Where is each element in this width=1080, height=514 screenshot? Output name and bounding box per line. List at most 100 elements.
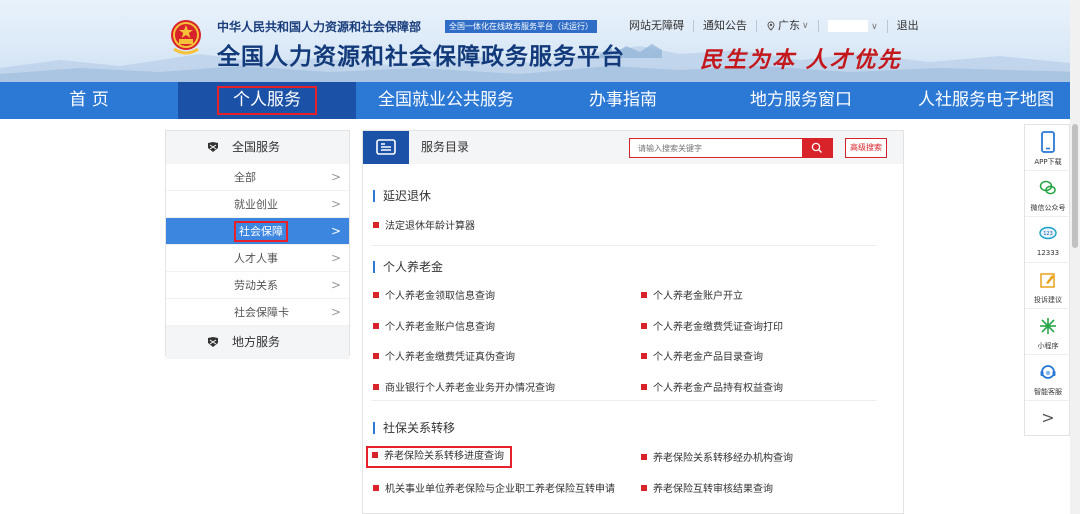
national-emblem-icon <box>171 20 201 55</box>
sidebar-national-header[interactable]: 全国服务 <box>166 131 349 164</box>
service-link[interactable]: 商业银行个人养老金业务开办情况查询 <box>373 382 555 396</box>
chevron-right-icon: > <box>330 305 341 319</box>
sidebar-local-header[interactable]: 地方服务 <box>166 326 349 359</box>
chevron-right-icon: > <box>330 278 341 292</box>
site-title: 全国人力资源和社会保障政务服务平台 <box>217 44 625 70</box>
service-link[interactable]: 法定退休年龄计算器 <box>373 220 475 234</box>
chevron-right-icon: > <box>330 197 341 211</box>
tool-label: 12333 <box>1036 249 1060 257</box>
sidebar-national-label: 全国服务 <box>232 140 281 154</box>
tool-label: 投诉建议 <box>1034 296 1062 304</box>
app-download-button[interactable]: APP下载 <box>1025 125 1071 171</box>
slogan: 民生为本 人才优先 <box>700 47 902 73</box>
service-link[interactable]: 个人养老金产品目录查询 <box>641 351 763 365</box>
local-services-icon <box>208 337 218 347</box>
sidebar-item-label: 社会保障 <box>234 221 288 242</box>
wechat-button[interactable]: 微信公众号 <box>1025 171 1071 217</box>
service-label: 个人养老金缴费凭证查询打印 <box>653 322 783 333</box>
service-link[interactable]: 个人养老金账户信息查询 <box>373 321 495 335</box>
feedback-button[interactable]: 投诉建议 <box>1025 263 1071 309</box>
advanced-search-button[interactable]: 高级搜索 <box>845 138 887 158</box>
accessibility-link[interactable]: 网站无障碍 <box>620 20 694 32</box>
search-button[interactable] <box>802 139 832 157</box>
sidebar-item-label: 社会保障卡 <box>234 306 289 319</box>
top-links: 网站无障碍 通知公告 广东 ∨ ∨ 退出 <box>620 18 928 34</box>
bullet-icon <box>373 485 379 491</box>
sidebar-item-label: 全部 <box>234 171 256 184</box>
wechat-icon <box>1039 180 1056 195</box>
page-scrollbar[interactable] <box>1070 0 1080 514</box>
national-services-icon <box>208 142 218 152</box>
nav-map[interactable]: 人社服务电子地图 <box>892 82 1080 119</box>
service-link[interactable]: 个人养老金账户开立 <box>641 290 743 304</box>
bullet-icon <box>641 485 647 491</box>
ministry-name: 中华人民共和国人力资源和社会保障部 <box>217 20 422 34</box>
service-link[interactable]: 个人养老金缴费凭证查询打印 <box>641 321 783 335</box>
nav-guide[interactable]: 办事指南 <box>536 82 710 119</box>
sidebar-local-label: 地方服务 <box>232 335 281 349</box>
service-link[interactable]: 个人养老金缴费凭证真伪查询 <box>373 351 515 365</box>
service-label: 个人养老金账户信息查询 <box>385 322 495 333</box>
sidebar-item-social-security[interactable]: 社会保障 > <box>166 218 349 245</box>
sidebar-item-ss-card[interactable]: 社会保障卡 > <box>166 299 349 326</box>
bullet-icon <box>641 323 647 329</box>
smart-service-button[interactable]: 智能客服 <box>1025 355 1071 401</box>
hotline-button[interactable]: 123 12333 <box>1025 217 1071 263</box>
notice-link[interactable]: 通知公告 <box>694 20 757 32</box>
chevron-right-icon: > <box>330 251 341 265</box>
nav-personal-services-label: 个人服务 <box>217 86 317 115</box>
service-link[interactable]: 机关事业单位养老保险与企业职工养老保险互转申请 <box>373 483 615 497</box>
main-nav: 首 页 个人服务 全国就业公共服务 办事指南 地方服务窗口 人社服务电子地图 <box>0 82 1080 119</box>
chevron-right-icon: > <box>330 224 341 238</box>
service-label: 个人养老金产品持有权益查询 <box>653 383 783 394</box>
scrollbar-thumb[interactable] <box>1072 124 1078 248</box>
mini-program-icon <box>1040 318 1056 334</box>
nav-home[interactable]: 首 页 <box>0 82 178 119</box>
service-link[interactable]: 个人养老金领取信息查询 <box>373 290 495 304</box>
service-link[interactable]: 养老保险关系转移经办机构查询 <box>641 452 793 466</box>
toolbar-collapse-button[interactable]: > <box>1025 401 1071 435</box>
service-label: 养老保险关系转移经办机构查询 <box>653 453 793 464</box>
chevron-right-icon: > <box>1041 408 1055 427</box>
tool-label: 小程序 <box>1037 342 1059 350</box>
tool-label: 微信公众号 <box>1030 204 1066 212</box>
headset-icon <box>1040 365 1056 379</box>
location-selector[interactable]: 广东 ∨ <box>757 20 819 32</box>
search-icon <box>811 142 822 153</box>
service-link[interactable]: 养老保险互转审核结果查询 <box>641 483 773 497</box>
catalog-icon-box <box>363 131 409 164</box>
section-title-transfer: 社保关系转移 <box>373 422 455 434</box>
user-menu[interactable]: ∨ <box>819 19 888 33</box>
nav-local-services[interactable]: 地方服务窗口 <box>710 82 892 119</box>
service-label: 个人养老金产品目录查询 <box>653 352 763 363</box>
tool-label: 智能客服 <box>1034 388 1062 396</box>
phone-icon <box>1041 131 1055 153</box>
bullet-icon <box>641 292 647 298</box>
service-label: 机关事业单位养老保险与企业职工养老保险互转申请 <box>385 484 615 495</box>
chevron-down-icon: ∨ <box>871 21 878 32</box>
sidebar-item-talent[interactable]: 人才人事 > <box>166 245 349 272</box>
service-link[interactable]: 个人养老金产品持有权益查询 <box>641 382 783 396</box>
platform-badge[interactable]: 全国一体化在线政务服务平台（试运行） <box>445 20 597 33</box>
service-label: 养老保险关系转移进度查询 <box>384 451 504 462</box>
catalog-icon <box>376 139 396 155</box>
hotline-icon: 123 <box>1039 226 1057 240</box>
search-input[interactable] <box>630 139 802 157</box>
catalog-header: 服务目录 高级搜索 <box>363 131 903 164</box>
service-sidebar: 全国服务 全部 > 就业创业 > 社会保障 > 人才人事 > 劳动关系 > 社会保障卡 > … <box>165 130 350 359</box>
service-link-highlighted[interactable]: 养老保险关系转移进度查询 <box>366 446 512 468</box>
site-header: 中华人民共和国人力资源和社会保障部 全国一体化在线政务服务平台（试运行） 全国人… <box>0 0 1080 82</box>
service-label: 个人养老金账户开立 <box>653 291 743 302</box>
nav-personal-services[interactable]: 个人服务 <box>178 82 356 119</box>
sidebar-item-all[interactable]: 全部 > <box>166 164 349 191</box>
floating-toolbar: APP下载 微信公众号 123 12333 投诉建议 小程序 智能客服 > <box>1024 124 1071 436</box>
bullet-icon <box>372 452 378 458</box>
bullet-icon <box>373 353 379 359</box>
chevron-right-icon: > <box>330 170 341 184</box>
nav-employment-services[interactable]: 全国就业公共服务 <box>356 82 536 119</box>
mini-program-button[interactable]: 小程序 <box>1025 309 1071 355</box>
sidebar-item-labor[interactable]: 劳动关系 > <box>166 272 349 299</box>
logout-link[interactable]: 退出 <box>888 20 928 32</box>
sidebar-item-employment[interactable]: 就业创业 > <box>166 191 349 218</box>
bullet-icon <box>373 292 379 298</box>
